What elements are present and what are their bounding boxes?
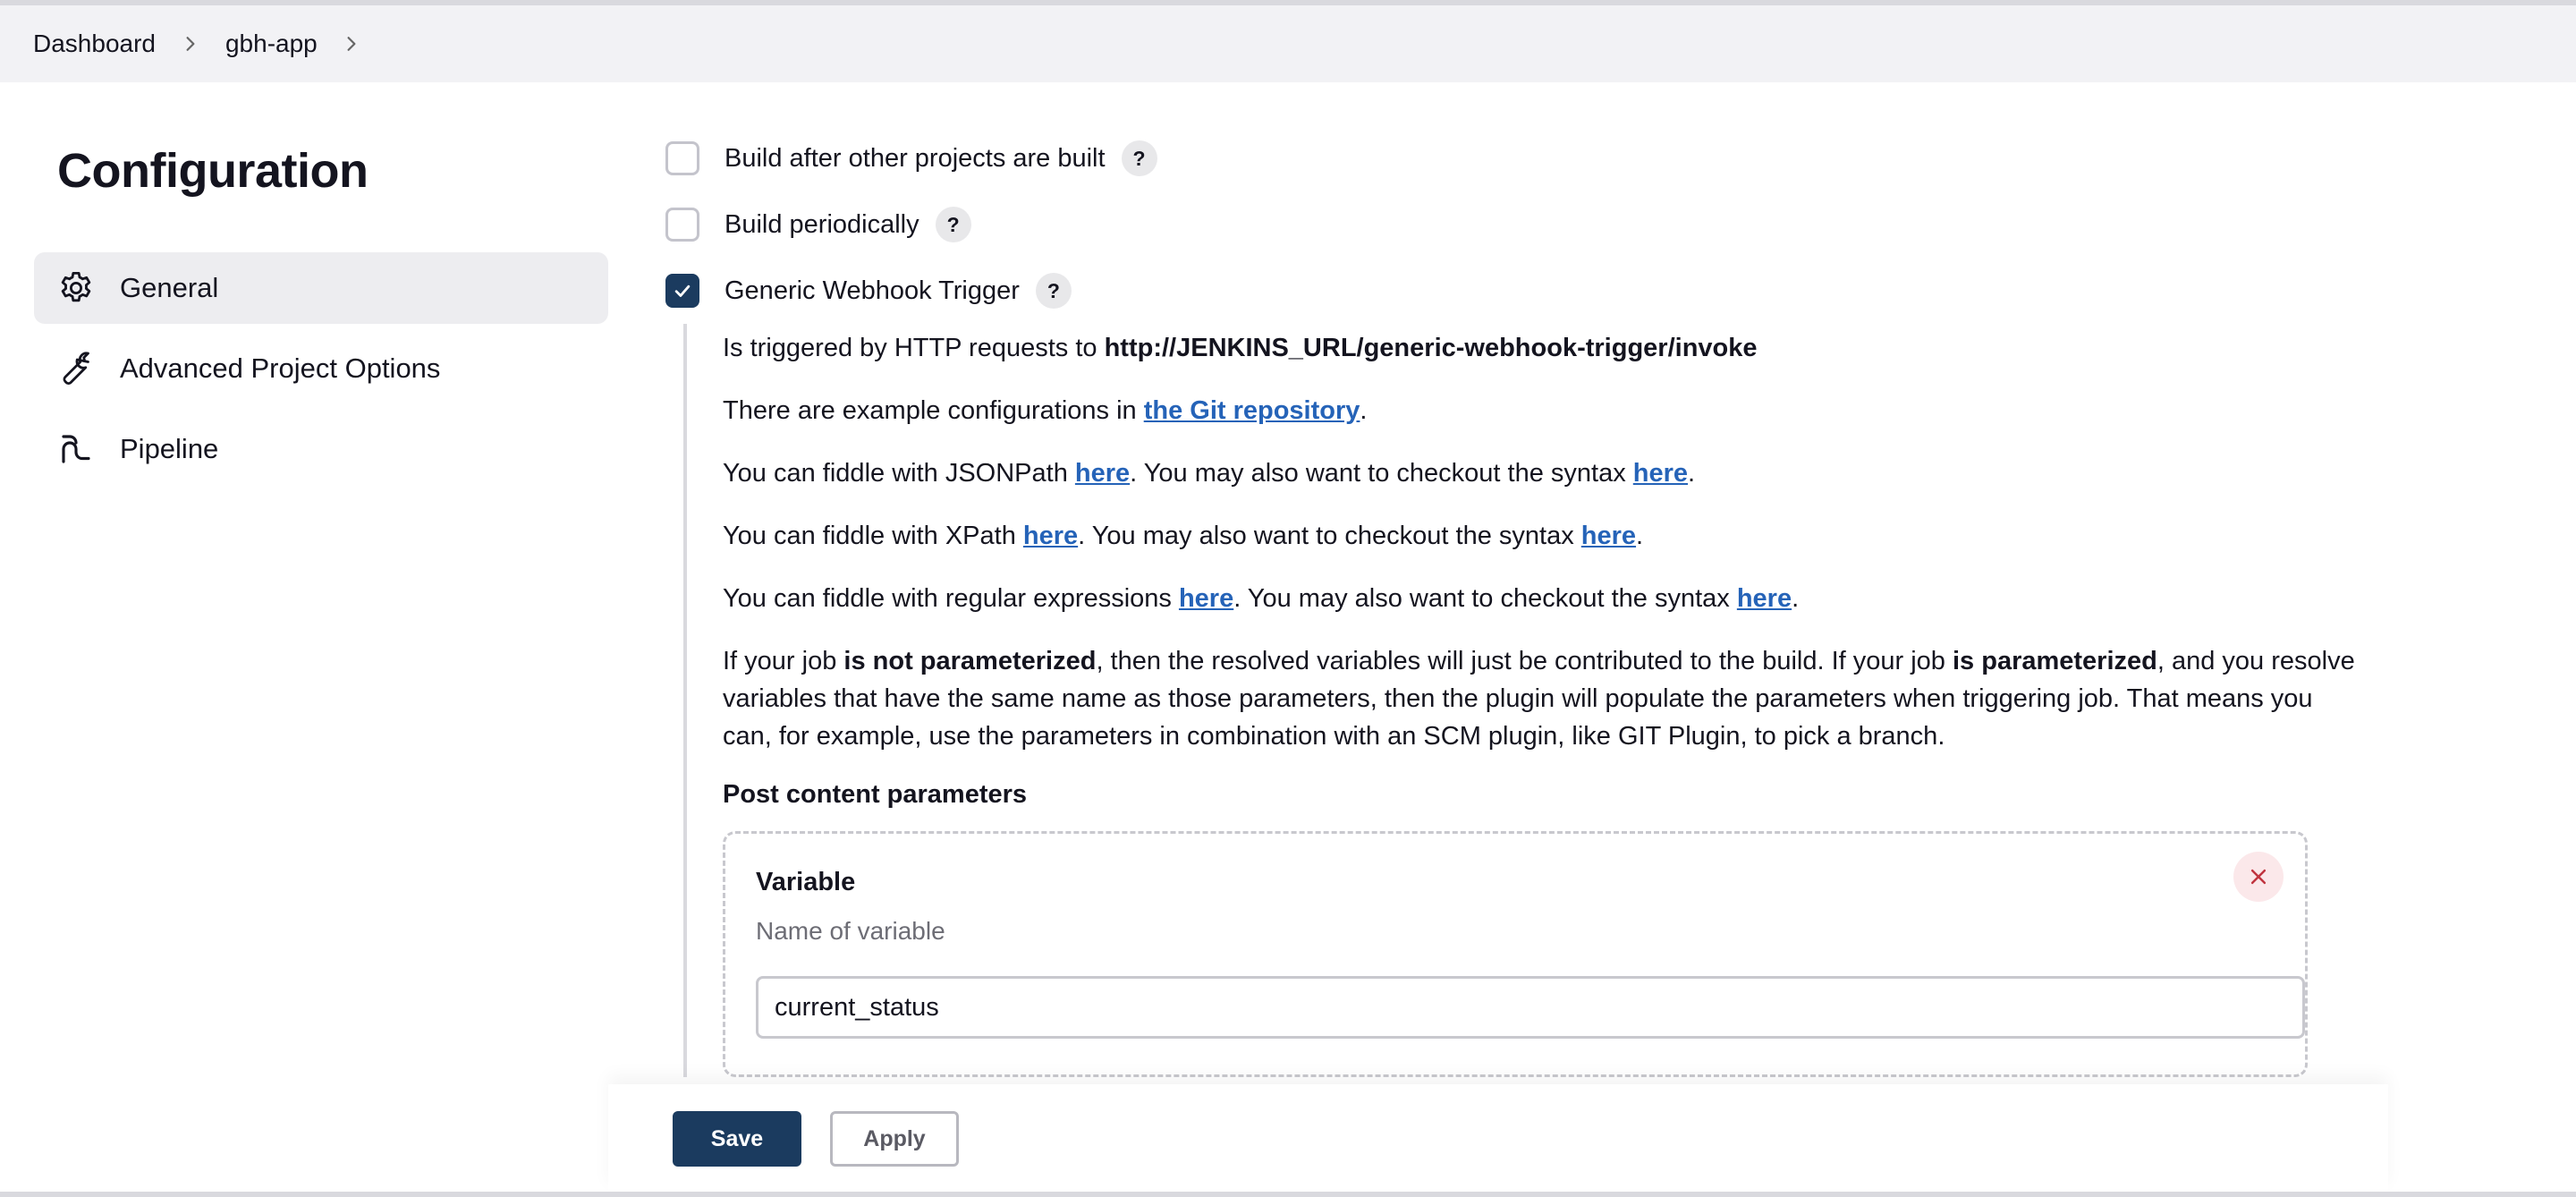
variable-label: Variable — [756, 868, 856, 896]
text-segment: . — [1360, 396, 1368, 425]
sidebar-item-label: Pipeline — [120, 433, 219, 464]
git-repository-link[interactable]: the Git repository — [1144, 396, 1360, 425]
text-segment: You can fiddle with regular expressions — [723, 584, 1179, 613]
sidebar-item-label: General — [120, 272, 219, 303]
xpath-text: You can fiddle with XPath here. You may … — [723, 517, 2368, 555]
parameterized-explanation: If your job is not parameterized, then t… — [723, 642, 2368, 755]
save-button[interactable]: Save — [673, 1111, 801, 1167]
text-segment: . You may also want to checkout the synt… — [1130, 459, 1633, 488]
variable-name-input[interactable]: current_status — [756, 976, 2305, 1039]
config-main: Build after other projects are built ? B… — [665, 125, 2365, 1077]
page-title: Configuration — [57, 144, 369, 198]
chevron-right-icon — [156, 36, 225, 52]
sidebar-item-label: Advanced Project Options — [120, 352, 441, 384]
sidebar-nav: General Advanced Project Options Pipelin… — [34, 252, 608, 485]
trigger-label: Build after other projects are built — [724, 143, 1106, 173]
close-icon — [2250, 869, 2267, 885]
help-button[interactable]: ? — [935, 207, 971, 242]
text-segment: You can fiddle with JSONPath — [723, 459, 1075, 488]
breadcrumb: Dashboard gbh-app — [0, 5, 2576, 82]
trigger-generic-webhook: Generic Webhook Trigger ? — [665, 258, 2365, 324]
text-bold: is parameterized — [1952, 647, 2157, 675]
trigger-label: Build periodically — [724, 209, 919, 239]
xpath-syntax-link[interactable]: here — [1581, 522, 1636, 550]
breadcrumb-project-link[interactable]: gbh-app — [225, 30, 318, 58]
trigger-build-after-other-projects: Build after other projects are built ? — [665, 125, 2365, 191]
post-content-parameter-item: Variable Name of variable current_status — [723, 831, 2308, 1077]
sidebar-item-general[interactable]: General — [34, 252, 608, 324]
build-periodically-checkbox[interactable] — [665, 208, 699, 242]
gear-icon — [57, 269, 95, 307]
post-content-parameters-heading: Post content parameters — [723, 780, 1028, 809]
help-button[interactable]: ? — [1121, 140, 1157, 176]
text-segment: You can fiddle with XPath — [723, 522, 1023, 550]
apply-button[interactable]: Apply — [830, 1111, 959, 1167]
xpath-fiddle-link[interactable]: here — [1023, 522, 1078, 550]
generic-webhook-checkbox[interactable] — [665, 274, 699, 308]
text-segment: . You may also want to checkout the synt… — [1078, 522, 1581, 550]
jsonpath-syntax-link[interactable]: here — [1633, 459, 1688, 488]
regex-text: You can fiddle with regular expressions … — [723, 580, 2368, 617]
trigger-label: Generic Webhook Trigger — [724, 276, 1020, 305]
text-bold: is not parameterized — [843, 647, 1097, 675]
text-segment: There are example configurations in — [723, 396, 1144, 425]
webhook-url: http://JENKINS_URL/generic-webhook-trigg… — [1104, 334, 1758, 362]
text-segment: . You may also want to checkout the synt… — [1233, 584, 1737, 613]
regex-syntax-link[interactable]: here — [1737, 584, 1792, 613]
text-segment: . — [1636, 522, 1644, 550]
text-segment: . — [1792, 584, 1800, 613]
text-segment: If your job — [723, 647, 844, 675]
variable-description: Name of variable — [756, 917, 945, 945]
build-after-other-checkbox[interactable] — [665, 141, 699, 175]
delete-parameter-button[interactable] — [2233, 852, 2284, 902]
jsonpath-fiddle-link[interactable]: here — [1075, 459, 1130, 488]
window-bottom-border — [0, 1192, 2576, 1197]
regex-fiddle-link[interactable]: here — [1179, 584, 1233, 613]
sidebar-item-advanced-project-options[interactable]: Advanced Project Options — [34, 333, 608, 404]
generic-webhook-settings: Is triggered by HTTP requests to http://… — [683, 324, 2368, 1077]
webhook-endpoint-text: Is triggered by HTTP requests to http://… — [723, 329, 2368, 367]
form-action-bar: Save Apply — [608, 1084, 2388, 1192]
text-segment: . — [1688, 459, 1696, 488]
examples-text: There are example configurations in the … — [723, 392, 2368, 429]
checkmark-icon — [674, 284, 691, 297]
config-sidebar: Configuration General Advanced Project O… — [34, 125, 608, 494]
sidebar-item-pipeline[interactable]: Pipeline — [34, 413, 608, 485]
text-segment: Is triggered by HTTP requests to — [723, 334, 1105, 362]
chevron-right-icon[interactable] — [318, 36, 386, 52]
pipeline-icon — [57, 430, 95, 468]
wrench-icon — [57, 350, 95, 387]
breadcrumb-dashboard-link[interactable]: Dashboard — [33, 30, 156, 58]
jsonpath-text: You can fiddle with JSONPath here. You m… — [723, 454, 2368, 492]
text-segment: , then the resolved variables will just … — [1096, 647, 1953, 675]
trigger-build-periodically: Build periodically ? — [665, 191, 2365, 258]
help-button[interactable]: ? — [1035, 273, 1072, 309]
